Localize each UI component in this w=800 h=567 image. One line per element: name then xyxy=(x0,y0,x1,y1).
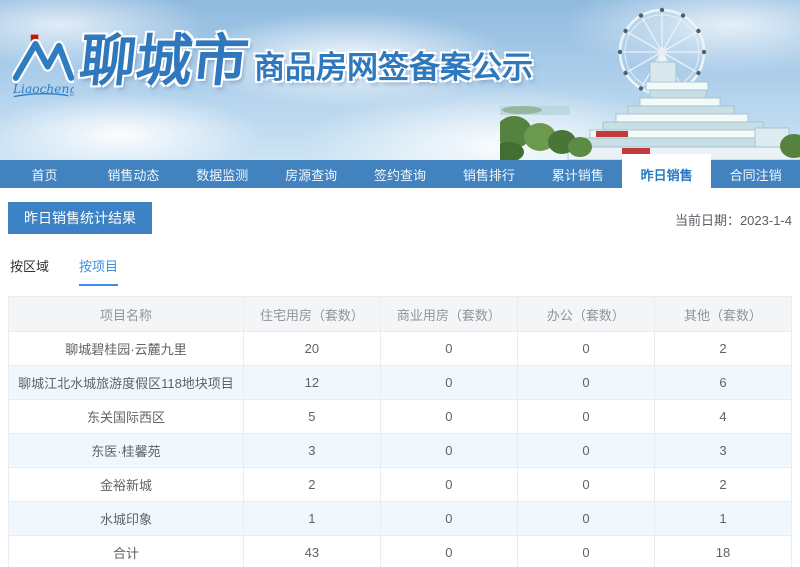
project-name-cell: 东关国际西区 xyxy=(8,399,244,434)
project-name-cell: 合计 xyxy=(8,535,244,567)
nav-item-5[interactable]: 销售排行 xyxy=(444,160,533,188)
count-cell: 0 xyxy=(516,331,655,366)
count-cell: 0 xyxy=(379,535,518,567)
count-cell: 4 xyxy=(653,399,793,434)
brand-row: Liaocheng 聊城市 商品房网签备案公示 xyxy=(12,29,533,105)
count-cell: 0 xyxy=(516,501,655,536)
count-cell: 0 xyxy=(379,433,518,468)
count-cell: 1 xyxy=(242,501,381,536)
count-cell: 12 xyxy=(242,365,381,400)
project-name-cell: 东医·桂馨苑 xyxy=(8,433,244,468)
table-row-6: 合计 43 0 0 18 xyxy=(8,535,793,567)
view-tab-0[interactable]: 按区域 xyxy=(10,256,49,286)
main-nav: 首页 销售动态 数据监测 房源查询 签约查询 销售排行 累计销售 昨日销售 合同注销 xyxy=(0,154,800,188)
count-cell: 0 xyxy=(379,331,518,366)
count-cell: 0 xyxy=(379,365,518,400)
table-row-0: 聊城碧桂园·云麓九里 20 0 0 2 xyxy=(8,331,793,366)
nav-item-3[interactable]: 房源查询 xyxy=(267,160,356,188)
site-title-calligraphy: 聊城市 xyxy=(76,29,252,94)
count-cell: 0 xyxy=(379,501,518,536)
water-city-scene xyxy=(500,7,800,160)
column-header-2: 商业用房（套数） xyxy=(379,296,518,332)
count-cell: 2 xyxy=(242,467,381,502)
view-tabs: 按区域 按项目 xyxy=(8,256,792,286)
count-cell: 18 xyxy=(653,535,793,567)
shoreline xyxy=(500,106,570,115)
table-header-row: 项目名称 住宅用房（套数） 商业用房（套数） 办公（套数） 其他（套数） xyxy=(8,296,793,332)
liaocheng-logo-icon: Liaocheng xyxy=(12,34,74,98)
count-cell: 0 xyxy=(516,433,655,468)
sales-table: 项目名称 住宅用房（套数） 商业用房（套数） 办公（套数） 其他（套数） 聊城碧桂园·云… xyxy=(8,296,793,567)
content-area: 昨日销售统计结果 当前日期：2023-1-4 按区域 按项目 项目名称 住宅用房（套… xyxy=(0,202,800,567)
nav-item-6[interactable]: 累计销售 xyxy=(533,160,622,188)
table-row-4: 金裕新城 2 0 0 2 xyxy=(8,467,793,502)
table-row-1: 聊城江北水城旅游度假区118地块项目 12 0 0 6 xyxy=(8,365,793,400)
project-name-cell: 水城印象 xyxy=(8,501,244,536)
nav-item-7[interactable]: 昨日销售 xyxy=(622,154,712,188)
count-cell: 6 xyxy=(653,365,793,400)
count-cell: 5 xyxy=(242,399,381,434)
nav-item-2[interactable]: 数据监测 xyxy=(178,160,267,188)
table-row-2: 东关国际西区 5 0 0 4 xyxy=(8,399,793,434)
count-cell: 0 xyxy=(516,467,655,502)
column-header-1: 住宅用房（套数） xyxy=(242,296,381,332)
view-tab-1[interactable]: 按项目 xyxy=(79,256,119,286)
column-header-0: 项目名称 xyxy=(8,296,244,332)
count-cell: 2 xyxy=(653,467,793,502)
nav-item-4[interactable]: 签约查询 xyxy=(356,160,445,188)
count-cell: 1 xyxy=(653,501,793,536)
project-name-cell: 聊城碧桂园·云麓九里 xyxy=(8,331,244,366)
section-head: 昨日销售统计结果 当前日期：2023-1-4 xyxy=(8,202,792,234)
count-cell: 3 xyxy=(242,433,381,468)
project-name-cell: 聊城江北水城旅游度假区118地块项目 xyxy=(8,365,244,400)
building xyxy=(567,61,800,160)
nav-item-0[interactable]: 首页 xyxy=(0,160,89,188)
table-row-3: 东医·桂馨苑 3 0 0 3 xyxy=(8,433,793,468)
count-cell: 3 xyxy=(653,433,793,468)
column-header-3: 办公（套数） xyxy=(516,296,655,332)
count-cell: 20 xyxy=(242,331,381,366)
page: Liaocheng 聊城市 商品房网签备案公示 首页 销售动态 数据监测 房源查… xyxy=(0,0,800,567)
count-cell: 0 xyxy=(516,535,655,567)
count-cell: 2 xyxy=(653,331,793,366)
site-title-main: 商品房网签备案公示 xyxy=(254,50,533,85)
project-name-cell: 金裕新城 xyxy=(8,467,244,502)
section-title-badge: 昨日销售统计结果 xyxy=(8,202,152,234)
nav-item-8[interactable]: 合同注销 xyxy=(711,160,800,188)
count-cell: 0 xyxy=(379,399,518,434)
nav-item-1[interactable]: 销售动态 xyxy=(89,160,178,188)
count-cell: 0 xyxy=(379,467,518,502)
current-date-label: 当前日期：2023-1-4 xyxy=(674,213,792,228)
header-banner: Liaocheng 聊城市 商品房网签备案公示 xyxy=(0,0,800,160)
count-cell: 43 xyxy=(242,535,381,567)
count-cell: 0 xyxy=(516,365,655,400)
column-header-4: 其他（套数） xyxy=(653,296,793,332)
table-row-5: 水城印象 1 0 0 1 xyxy=(8,501,793,536)
count-cell: 0 xyxy=(516,399,655,434)
